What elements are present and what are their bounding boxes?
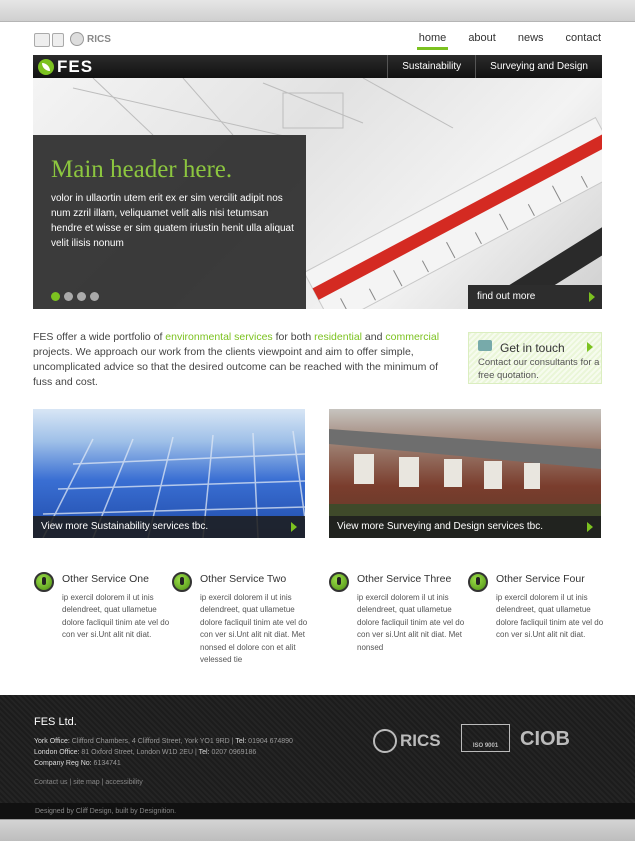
company-reg-line: Company Reg No: 6134741 — [34, 760, 121, 767]
nav-home[interactable]: home — [416, 32, 448, 50]
nav-about[interactable]: about — [468, 32, 496, 44]
hero-banner: Main header here. volor in ullaortin ute… — [33, 78, 602, 309]
arrow-right-icon — [587, 522, 593, 532]
accreditation-badge-icon — [34, 33, 50, 47]
rics-emblem-icon — [70, 32, 84, 46]
service-title[interactable]: Other Service Three — [357, 573, 451, 585]
service-bulb-icon — [34, 572, 54, 592]
rics-logo: RICS — [373, 729, 441, 753]
arrow-right-icon — [291, 522, 297, 532]
nav-surveying-and-design[interactable]: Surveying and Design — [475, 55, 602, 78]
service-bulb-icon — [172, 572, 192, 592]
footer: FES Ltd. York Office: Clifford Chambers,… — [0, 695, 635, 803]
intro-paragraph: FES offer a wide portfolio of environmen… — [33, 331, 440, 388]
top-nav: home about news contact — [416, 32, 601, 50]
ciob-logo: CIOB — [520, 728, 570, 750]
hero-body: volor in ullaortin utem erit ex er sim v… — [51, 193, 294, 249]
accreditation-badge-icon — [52, 33, 64, 47]
fes-logo[interactable]: FES — [38, 57, 93, 77]
service-text: ip exercil dolorem il ut inis delendreet… — [496, 593, 604, 640]
footer-links: Contact us | site map | accessibility — [34, 779, 143, 786]
nav-contact[interactable]: contact — [566, 32, 601, 44]
service-bulb-icon — [329, 572, 349, 592]
slide-dot[interactable] — [77, 292, 86, 301]
service-bulb-icon — [468, 572, 488, 592]
tile-caption: View more Sustainability services tbc. — [33, 516, 305, 538]
find-out-more-button[interactable]: find out more — [468, 285, 602, 309]
surveying-tile[interactable]: View more Surveying and Design services … — [329, 409, 601, 538]
hero-text-panel: Main header here. volor in ullaortin ute… — [33, 135, 306, 309]
london-office-line: London Office: 81 Oxford Street, London … — [34, 749, 257, 756]
company-name: FES Ltd. — [34, 716, 77, 728]
iso-logo: ISO 9001 — [461, 724, 510, 752]
service-text: ip exercil dolorem il ut inis delendreet… — [62, 593, 170, 640]
credit-strip: Designed by Cliff Design, built by Desig… — [0, 803, 635, 819]
envelope-icon — [478, 340, 492, 351]
arrow-right-icon — [587, 342, 593, 352]
slide-dot[interactable] — [51, 292, 60, 301]
footer-link-accessibility[interactable]: accessibility — [105, 779, 142, 786]
service-title[interactable]: Other Service Two — [200, 573, 286, 585]
browser-top-bar — [0, 0, 635, 22]
leaf-icon — [38, 59, 54, 75]
link-residential[interactable]: residential — [314, 331, 362, 343]
rics-logo: RICS — [70, 32, 111, 46]
arrow-right-icon — [589, 292, 595, 302]
footer-link-sitemap[interactable]: site map — [73, 779, 99, 786]
service-text: ip exercil dolorem il ut inis delendreet… — [200, 593, 308, 665]
footer-link-contact[interactable]: Contact us — [34, 779, 67, 786]
nav-sustainability[interactable]: Sustainability — [387, 55, 475, 78]
hero-title: Main header here. — [51, 156, 233, 183]
main-bar: FES Sustainability Surveying and Design — [33, 55, 602, 78]
browser-bottom-bar — [0, 819, 635, 841]
sustainability-tile[interactable]: View more Sustainability services tbc. — [33, 409, 305, 538]
slide-dot[interactable] — [90, 292, 99, 301]
get-in-touch-box[interactable]: Get in touch Contact our consultants for… — [468, 332, 602, 384]
service-title[interactable]: Other Service One — [62, 573, 149, 585]
slide-dots — [51, 292, 99, 301]
service-text: ip exercil dolorem il ut inis delendreet… — [357, 593, 465, 652]
link-environmental-services[interactable]: environmental services — [165, 331, 272, 343]
slide-dot[interactable] — [64, 292, 73, 301]
link-commercial[interactable]: commercial — [385, 331, 439, 343]
designer-credit: Designed by Cliff Design, built by Desig… — [35, 808, 177, 815]
service-title[interactable]: Other Service Four — [496, 573, 585, 585]
tile-caption: View more Surveying and Design services … — [329, 516, 601, 538]
york-office-line: York Office: Clifford Chambers, 4 Cliffo… — [34, 738, 293, 745]
main-nav: Sustainability Surveying and Design — [387, 55, 602, 78]
rics-emblem-icon — [373, 729, 397, 753]
nav-news[interactable]: news — [518, 32, 544, 44]
